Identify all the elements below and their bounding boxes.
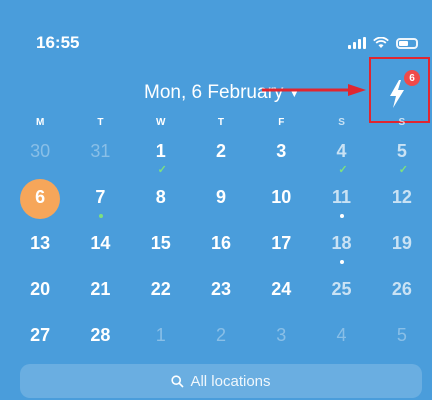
day-number: 25 [331, 279, 352, 299]
day-number: 2 [215, 141, 226, 161]
day-number: 28 [90, 325, 111, 345]
day-cell[interactable]: 26 [372, 276, 432, 322]
day-cell[interactable]: 25 [311, 276, 371, 322]
day-number: 21 [90, 279, 111, 299]
day-cell[interactable]: 2 [191, 138, 251, 184]
day-number: 18 [331, 233, 352, 253]
day-number: 13 [30, 233, 51, 253]
day-number: 19 [391, 233, 412, 253]
day-number: 6 [35, 187, 46, 207]
day-cell[interactable]: 5 [372, 322, 432, 368]
day-number: 15 [150, 233, 171, 253]
day-cell[interactable]: 3 [251, 138, 311, 184]
status-icons [348, 37, 418, 49]
day-number: 5 [396, 325, 407, 345]
day-cell[interactable]: 23 [191, 276, 251, 322]
day-number: 31 [90, 141, 111, 161]
calendar-screen: 16:55 Mon, 6 February ▼ 6 M T W T F S S [0, 0, 432, 400]
signal-icon [348, 37, 366, 49]
day-cell[interactable]: 31 [70, 138, 130, 184]
day-number: 9 [215, 187, 226, 207]
weekday-header: M T W T F S S [10, 117, 432, 131]
week-row: 27 28 1 2 3 4 5 [10, 322, 432, 368]
annotation-arrow [262, 84, 366, 96]
day-number: 16 [210, 233, 231, 253]
day-number: 4 [336, 141, 347, 161]
battery-icon [396, 37, 418, 49]
day-cell[interactable]: 7 [70, 184, 130, 230]
calendar-grid: 30 31 1 ✓ 2 3 4 ✓ 5 ✓ 6 7 8 9 10 11 12 13 1… [10, 138, 432, 368]
day-cell[interactable]: 14 [70, 230, 130, 276]
day-number: 27 [30, 325, 51, 345]
day-cell[interactable]: 16 [191, 230, 251, 276]
weekday-label: M [35, 117, 45, 128]
week-row: 30 31 1 ✓ 2 3 4 ✓ 5 ✓ [10, 138, 432, 184]
day-number: 17 [271, 233, 292, 253]
week-row: 20 21 22 23 24 25 26 [10, 276, 432, 322]
day-cell[interactable]: 2 [191, 322, 251, 368]
week-row: 6 7 8 9 10 11 12 [10, 179, 432, 230]
weekday-label: W [155, 117, 166, 128]
day-cell[interactable]: 17 [251, 230, 311, 276]
day-cell[interactable]: 19 [372, 230, 432, 276]
day-cell[interactable]: 3 [251, 322, 311, 368]
day-cell[interactable]: 10 [251, 184, 311, 230]
day-cell[interactable]: 30 [10, 138, 70, 184]
lightning-icon[interactable] [388, 80, 406, 108]
day-cell[interactable]: 15 [131, 230, 191, 276]
location-search-button[interactable]: All locations [20, 364, 422, 398]
day-cell[interactable]: 28 [70, 322, 130, 368]
weekday-label: T [217, 117, 225, 128]
weekday-label: F [278, 117, 285, 128]
day-number: 24 [271, 279, 292, 299]
header: Mon, 6 February ▼ [0, 82, 432, 110]
day-cell[interactable]: 12 [372, 184, 432, 230]
day-cell[interactable]: 27 [10, 322, 70, 368]
wifi-icon [373, 37, 389, 48]
day-cell[interactable]: 4 ✓ [311, 138, 371, 184]
day-number: 4 [336, 325, 347, 345]
day-number: 1 [155, 141, 166, 161]
day-number: 23 [210, 279, 231, 299]
day-cell[interactable]: 4 [311, 322, 371, 368]
day-number: 14 [90, 233, 111, 253]
day-number: 12 [391, 187, 412, 207]
search-icon [171, 374, 185, 388]
day-cell[interactable]: 20 [10, 276, 70, 322]
day-number: 26 [391, 279, 412, 299]
day-cell[interactable]: 9 [191, 184, 251, 230]
day-number: 10 [271, 187, 292, 207]
weekday-label: T [97, 117, 104, 128]
weekday-label: S [398, 117, 406, 128]
day-cell[interactable]: 1 ✓ [131, 138, 191, 184]
day-cell[interactable]: 11 [311, 184, 371, 230]
day-number: 2 [215, 325, 226, 345]
day-cell[interactable]: 22 [131, 276, 191, 322]
weekday-label: S [338, 117, 345, 128]
day-number: 3 [276, 325, 287, 345]
day-number: 20 [30, 279, 51, 299]
day-cell[interactable]: 1 [131, 322, 191, 368]
day-cell[interactable]: 5 ✓ [372, 138, 432, 184]
search-label: All locations [190, 372, 271, 390]
day-cell-today[interactable]: 6 [10, 179, 70, 230]
day-number: 5 [396, 141, 407, 161]
day-number: 11 [332, 187, 352, 207]
day-cell[interactable]: 8 [131, 184, 191, 230]
day-cell[interactable]: 21 [70, 276, 130, 322]
status-time: 16:55 [36, 33, 80, 52]
day-number: 7 [95, 187, 106, 207]
day-number: 1 [155, 325, 166, 345]
day-number: 8 [155, 187, 166, 207]
day-cell[interactable]: 24 [251, 276, 311, 322]
day-number: 3 [276, 141, 287, 161]
day-number: 30 [30, 141, 51, 161]
day-number: 22 [150, 279, 171, 299]
week-row: 13 14 15 16 17 18 19 [10, 230, 432, 276]
day-cell[interactable]: 13 [10, 230, 70, 276]
day-cell[interactable]: 18 [311, 230, 371, 276]
notification-badge: 6 [404, 70, 420, 86]
